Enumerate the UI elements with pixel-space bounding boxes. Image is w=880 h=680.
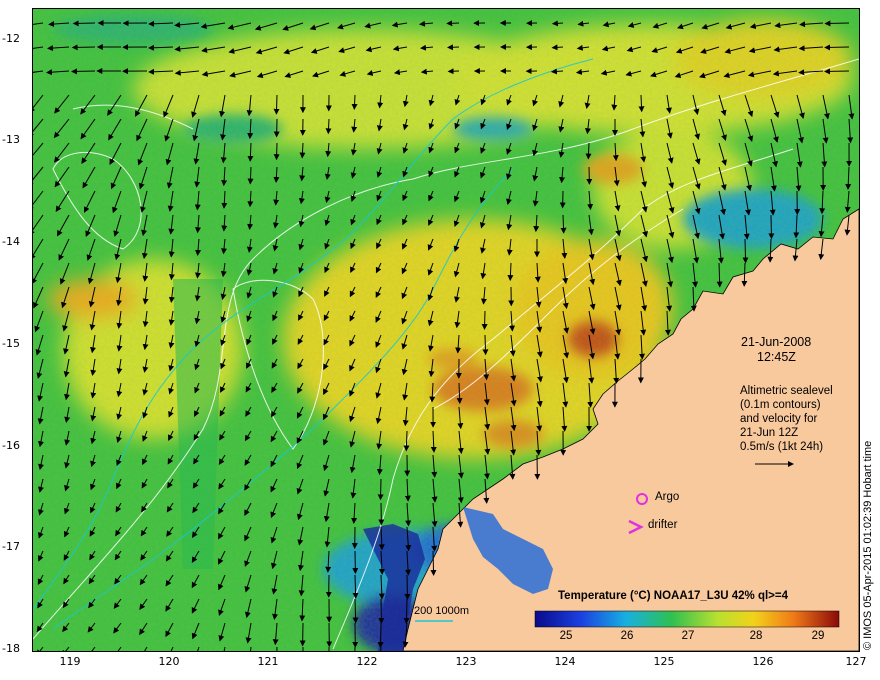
map-canvas: [33, 9, 859, 651]
velocity-arrow: [551, 44, 564, 51]
x-tick-label: 123: [455, 655, 477, 668]
altimetry-line: (0.1m contours): [740, 399, 821, 411]
x-tick-label: 126: [752, 655, 774, 668]
sst-map: [32, 8, 860, 652]
velocity-arrow: [352, 574, 359, 599]
altimetry-line: Altimetric sealevel: [740, 385, 833, 397]
y-tick-label: -16: [2, 439, 20, 452]
x-tick-label: 119: [59, 655, 81, 668]
x-tick-label: 122: [356, 655, 378, 668]
velocity-arrow: [325, 118, 332, 135]
colorbar-tick: 29: [811, 630, 825, 642]
depth-legend-label: 200 1000m: [414, 605, 470, 617]
velocity-arrow: [404, 574, 411, 600]
velocity-arrow: [352, 598, 359, 624]
velocity-arrow: [247, 166, 254, 185]
velocity-arrow: [72, 20, 96, 27]
velocity-arrow: [403, 430, 410, 452]
velocity-arrow: [551, 20, 564, 27]
velocity-arrow: [351, 94, 358, 110]
map-time: 12:45Z: [757, 350, 796, 364]
x-tick-label: 121: [257, 655, 279, 668]
y-tick-label: -13: [2, 133, 20, 146]
x-tick-label: 120: [158, 655, 180, 668]
velocity-arrow: [824, 20, 850, 27]
velocity-arrow: [273, 142, 280, 161]
y-tick-label: -17: [2, 540, 20, 553]
velocity-arrow: [273, 94, 280, 115]
y-tick-label: -14: [2, 235, 20, 248]
altimetry-line: 0.5m/s (1kt 24h): [740, 441, 824, 453]
y-tick-label: -15: [2, 337, 20, 350]
velocity-arrow: [354, 646, 356, 651]
velocity-arrow: [585, 142, 592, 160]
velocity-arrow: [824, 68, 850, 75]
velocity-arrow: [481, 310, 488, 330]
velocity-arrow: [742, 238, 749, 264]
velocity-arrow: [638, 94, 645, 113]
colorbar-title: Temperature (°C) NOAA17_L3U 42% ql>=4: [558, 590, 788, 602]
drifter-label: drifter: [648, 519, 678, 531]
velocity-arrow: [482, 334, 489, 356]
colorbar-gradient: [534, 610, 840, 628]
y-tick-label: -12: [2, 32, 20, 45]
altimetry-line: and velocity for: [740, 413, 818, 425]
x-tick-label: 125: [653, 655, 675, 668]
velocity-arrow: [403, 598, 410, 624]
velocity-arrow: [430, 550, 437, 576]
argo-label: Argo: [655, 491, 680, 503]
velocity-arrow: [560, 214, 567, 234]
y-tick-label: -18: [2, 642, 20, 655]
velocity-arrow: [768, 214, 775, 240]
altimetry-line: 21-Jun 12Z: [740, 427, 799, 439]
colorbar-tick: 25: [559, 630, 573, 642]
altimetry-note: Altimetric sealevel (0.1m contours) and …: [740, 384, 833, 454]
credit-text: © IMOS 05-Apr-2015 01:02:39 Hobart time: [862, 440, 874, 650]
velocity-arrow: [377, 478, 384, 501]
velocity-arrow: [71, 44, 96, 51]
velocity-arrow: [377, 622, 384, 648]
colorbar-tick: 26: [620, 630, 634, 642]
x-tick-label: 127: [845, 655, 867, 668]
x-tick-label: 124: [554, 655, 576, 668]
map-date: 21-Jun-2008: [741, 335, 812, 349]
colorbar-tick: 27: [681, 630, 695, 642]
velocity-arrow: [447, 44, 460, 51]
velocity-arrow: [71, 68, 96, 75]
velocity-arrow: [446, 20, 460, 27]
velocity-arrow: [824, 44, 850, 51]
colorbar-tick: 28: [749, 630, 763, 642]
